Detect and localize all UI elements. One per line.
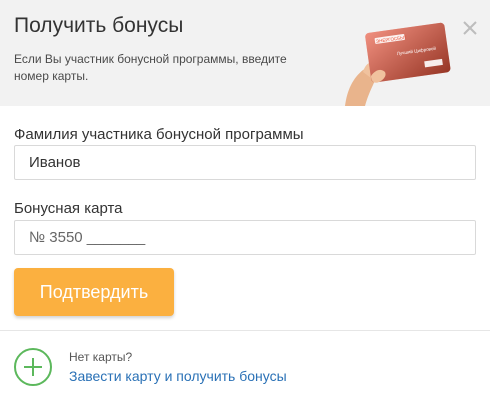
- no-card-text: Нет карты?: [69, 350, 133, 364]
- dialog-header: Получить бонусы Если Вы участник бонусно…: [0, 0, 490, 106]
- hand-holding-card-image: ЭНЕРГОСБЫТ Лучший Цифровой: [345, 22, 451, 106]
- bonus-card-input[interactable]: [14, 220, 476, 255]
- get-card-link[interactable]: Завести карту и получить бонусы: [69, 368, 287, 384]
- plus-circle-icon[interactable]: [13, 347, 53, 387]
- confirm-button[interactable]: Подтвердить: [14, 268, 174, 316]
- surname-input[interactable]: [14, 145, 476, 180]
- dialog-title: Получить бонусы: [14, 14, 184, 37]
- divider: [0, 330, 490, 331]
- close-icon[interactable]: [461, 19, 479, 37]
- dialog-subtitle: Если Вы участник бонусной программы, вве…: [14, 52, 287, 83]
- surname-label: Фамилия участника бонусной программы: [14, 126, 304, 143]
- bonus-card-label: Бонусная карта: [14, 200, 123, 217]
